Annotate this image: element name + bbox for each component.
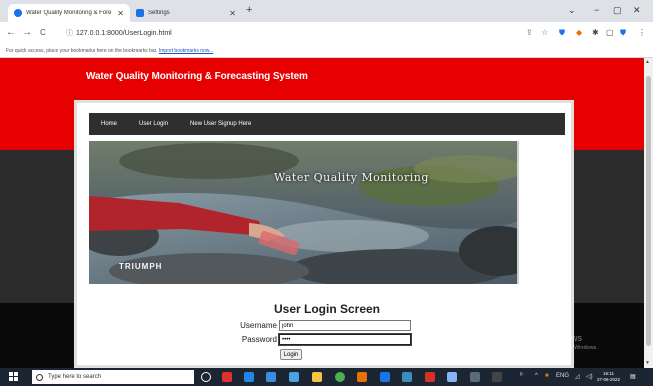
login-button[interactable]: Login — [280, 349, 302, 360]
extensions-puzzle-icon[interactable]: ✱ — [592, 28, 599, 37]
main-menu: Home User Login New User Signup Here — [89, 113, 565, 135]
clock[interactable]: 16:11 27-06-2022 — [597, 371, 620, 383]
globe-icon — [14, 9, 22, 17]
bookmarks-bar: For quick access, place your bookmarks h… — [0, 44, 653, 58]
clock-date: 27-06-2022 — [597, 377, 621, 382]
terminal-icon[interactable] — [470, 372, 480, 382]
extension-shield-icon[interactable]: ⛊ — [559, 28, 565, 38]
username-row: Username — [229, 320, 411, 331]
url-text: 127.0.0.1:8000/UserLogin.html — [76, 30, 172, 37]
edge-icon[interactable] — [244, 372, 254, 382]
password-label: Password — [241, 335, 277, 344]
word-icon[interactable] — [380, 372, 390, 382]
username-input[interactable] — [279, 320, 411, 331]
menu-item-home[interactable]: Home — [101, 121, 117, 127]
search-icon — [36, 373, 43, 381]
opera-icon[interactable] — [222, 372, 232, 382]
notification-icon[interactable]: ▤ — [630, 373, 636, 380]
app-icon-orange[interactable] — [357, 372, 367, 382]
microphone-icon[interactable]: 🎙 — [178, 372, 188, 382]
taskbar: Type here to search 🎙 ᴿ ^ ■ ENG ◿ ◁) 16:… — [0, 368, 653, 386]
menu-item-user-login[interactable]: User Login — [139, 121, 168, 127]
menu-kebab-icon[interactable]: ⋮ — [638, 28, 646, 37]
bookmarks-hint: For quick access, place your bookmarks h… — [6, 48, 158, 54]
browser-tab-bar: Water Quality Monitoring & Fore ✕ Settin… — [0, 0, 653, 22]
close-window-button[interactable]: ✕ — [633, 5, 641, 16]
app-icon-blue[interactable] — [402, 372, 412, 382]
store-icon[interactable] — [266, 372, 276, 382]
paint-icon[interactable] — [289, 372, 299, 382]
app-icon-red[interactable] — [425, 372, 435, 382]
activation-watermark: Activate Windows Go to Settings to activ… — [511, 333, 598, 351]
chrome-icon[interactable] — [335, 372, 345, 382]
reload-button[interactable]: C — [40, 28, 46, 37]
brand-logo: TRIUMPH — [119, 262, 163, 271]
scroll-down-icon[interactable]: ▼ — [645, 360, 650, 366]
windows-start-icon[interactable] — [9, 372, 19, 382]
extension-fox-icon[interactable]: ◆ — [576, 28, 582, 37]
people-icon[interactable]: ᴿ — [520, 373, 523, 379]
profile-icon[interactable]: ⛊ — [620, 28, 626, 38]
minimize-button[interactable]: − — [594, 5, 599, 15]
search-placeholder: Type here to search — [48, 374, 102, 380]
notepad-icon[interactable] — [447, 372, 457, 382]
taskbar-search-box[interactable]: Type here to search — [32, 370, 194, 384]
close-tab-icon[interactable]: ✕ — [117, 9, 124, 18]
info-icon[interactable]: ⓘ — [66, 30, 73, 37]
gear-icon — [136, 9, 144, 17]
tab-settings[interactable]: Settings ✕ — [130, 4, 242, 22]
tray-app-icon[interactable]: ■ — [545, 373, 549, 379]
forward-button[interactable]: → — [22, 27, 32, 38]
tab-title: Water Quality Monitoring & Fore — [26, 10, 112, 16]
password-row: Password — [229, 333, 412, 346]
page-viewport: Water Quality Monitoring & Forecasting S… — [0, 58, 644, 368]
scroll-up-icon[interactable]: ▲ — [645, 59, 650, 65]
side-panel-icon[interactable]: ▢ — [606, 28, 614, 37]
hero-caption: Water Quality Monitoring — [274, 171, 429, 184]
maximize-button[interactable]: ▢ — [613, 5, 622, 16]
volume-icon[interactable]: ◁) — [586, 373, 593, 380]
language-indicator[interactable]: ENG — [556, 373, 569, 379]
password-input[interactable] — [278, 333, 412, 346]
tab-water-quality[interactable]: Water Quality Monitoring & Fore ✕ — [8, 4, 130, 22]
chevron-up-icon[interactable]: ^ — [535, 373, 538, 379]
hero-image: Water Quality Monitoring TRIUMPH — [89, 141, 519, 284]
menu-item-signup[interactable]: New User Signup Here — [190, 121, 251, 127]
content-card: Home User Login New User Signup Here Wat… — [74, 100, 574, 368]
username-label: Username — [240, 321, 277, 330]
close-tab-icon[interactable]: ✕ — [229, 9, 236, 18]
watermark-subtitle: Go to Settings to activate Windows. — [511, 345, 598, 351]
scroll-thumb[interactable] — [646, 76, 651, 346]
app-icon-dark[interactable] — [492, 372, 502, 382]
login-heading: User Login Screen — [273, 302, 381, 316]
network-icon[interactable]: ◿ — [575, 373, 580, 380]
new-tab-button[interactable]: + — [246, 4, 252, 16]
site-title: Water Quality Monitoring & Forecasting S… — [86, 71, 308, 82]
url-field[interactable]: ⓘ 127.0.0.1:8000/UserLogin.html — [66, 28, 172, 38]
back-button[interactable]: ← — [6, 27, 16, 38]
cortana-icon[interactable] — [201, 372, 211, 382]
share-icon[interactable]: ⇪ — [526, 28, 533, 37]
bookmark-star-icon[interactable]: ☆ — [541, 28, 548, 37]
address-bar-row: ← → C ⓘ 127.0.0.1:8000/UserLogin.html ⇪ ☆… — [0, 22, 653, 44]
page-scrollbar[interactable]: ▲ ▼ — [644, 58, 653, 368]
tab-search-icon[interactable]: ⌄ — [568, 5, 576, 16]
file-explorer-icon[interactable] — [312, 372, 322, 382]
watermark-title: Activate Windows — [511, 333, 583, 343]
tab-title: Settings — [148, 10, 170, 16]
import-bookmarks-link[interactable]: Import bookmarks now... — [159, 48, 213, 54]
